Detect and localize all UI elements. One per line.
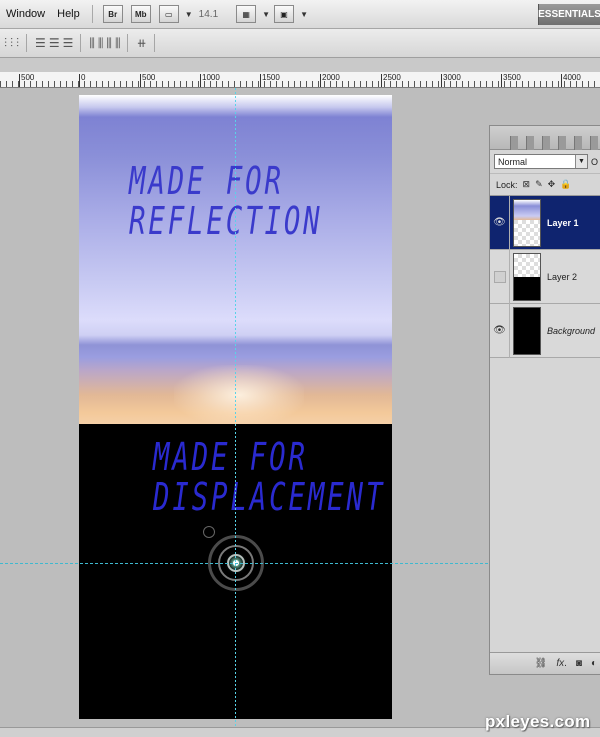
layer-thumbnail [513, 306, 541, 355]
displacement-text: MADE FOR DISPLACEMENT [153, 437, 385, 517]
arrange-dropdown-icon[interactable]: ▼ [262, 10, 270, 19]
layer-thumbnail [513, 252, 541, 301]
ruler-label: 2500 [383, 73, 401, 82]
lock-transparency-icon[interactable]: ⊠ [523, 179, 531, 190]
arrange-documents-icon: ▦ [242, 9, 250, 19]
screen-mode-dropdown-icon[interactable]: ▼ [300, 10, 308, 19]
blend-mode-row: Normal ▼ O [490, 150, 600, 173]
visibility-toggle[interactable]: 👁 [490, 303, 510, 358]
reflection-text: MADE FOR REFLECTION [129, 161, 323, 241]
horizontal-ruler[interactable]: 500 0 500 1000 1500 2000 2500 3000 3500 … [0, 72, 600, 88]
distribute-middle-icon[interactable]: ☰ [49, 36, 60, 50]
panel-tab[interactable] [510, 136, 518, 150]
panel-tab[interactable] [558, 136, 566, 150]
eye-icon: 👁 [493, 217, 506, 228]
menu-window[interactable]: Window [0, 8, 51, 20]
options-separator [80, 34, 82, 52]
visibility-toggle[interactable]: 👁 [490, 195, 510, 250]
add-mask-icon[interactable]: ◙ [576, 658, 582, 669]
ruler-label: 500 [142, 73, 156, 82]
visibility-toggle[interactable] [490, 249, 510, 304]
screen-mode-button[interactable]: ▣ [274, 5, 295, 23]
zoom-level-field[interactable]: 14.1 [199, 9, 218, 20]
distribute-bottom-icon[interactable]: ☰ [63, 36, 74, 50]
distribute-spacing-icon[interactable]: ⫼ [115, 36, 120, 51]
ruler-label: 2000 [322, 73, 340, 82]
menu-bar: Window Help Br Mb ▭ ▼ 14.1 ▦ ▼ ▣ ▼ ESSEN… [0, 0, 600, 29]
lens-flare-small-ring [203, 526, 215, 538]
watermark: pxleyes.com [485, 712, 591, 731]
ruler-label: 1000 [202, 73, 220, 82]
tab-strip-area [0, 58, 600, 72]
view-extras-dropdown-icon[interactable]: ▼ [185, 10, 193, 19]
displacement-text-line1: MADE FOR [153, 435, 308, 479]
layers-panel-tabs[interactable] [490, 126, 600, 150]
reflection-text-line1: MADE FOR [129, 159, 284, 203]
hidden-eye-icon [493, 270, 506, 283]
ruler-label: 3500 [503, 73, 521, 82]
layer-name[interactable]: Layer 1 [547, 218, 579, 228]
horizon-glow [174, 365, 304, 425]
layer-row-layer-2[interactable]: Layer 2 [490, 249, 600, 304]
ruler-label: 1500 [262, 73, 280, 82]
reflection-text-line2: REFLECTION [129, 199, 323, 243]
layer-name[interactable]: Layer 2 [547, 272, 577, 282]
layers-panel-footer: ⛓ fx. ◙ ◐ [490, 652, 600, 674]
lock-row: Lock: ⊠ ✎ ✥ 🔒 [490, 173, 600, 196]
displacement-text-line2: DISPLACEMENT [153, 475, 386, 519]
panel-tab[interactable] [542, 136, 550, 150]
blend-mode-select[interactable]: Normal ▼ [494, 154, 588, 169]
auto-align-icon[interactable]: ⧺ [136, 36, 146, 50]
layer-name[interactable]: Background [547, 326, 595, 336]
screen-mode-icon: ▣ [280, 9, 288, 19]
blend-mode-value: Normal [498, 156, 528, 167]
layer-row-layer-1[interactable]: 👁 Layer 1 [490, 195, 600, 250]
options-bar: ⫶ ⫶ ⫶ ☰ ☰ ☰ ⫼ ⫼ ⫼ ⫼ ⧺ [0, 29, 600, 58]
align-center-icon[interactable]: ⫶ [10, 36, 13, 51]
view-extras-button[interactable]: ▭ [158, 5, 179, 23]
align-left-icon[interactable]: ⫶ [4, 36, 7, 51]
lock-label: Lock: [496, 179, 518, 190]
distribute-right-icon[interactable]: ⫼ [106, 36, 111, 51]
lock-position-move-icon[interactable]: ✥ [548, 179, 556, 190]
layer-thumbnail [513, 198, 541, 247]
distribute-left-icon[interactable]: ⫼ [89, 36, 94, 51]
view-extras-icon: ▭ [164, 9, 173, 19]
layer-style-fx-icon[interactable]: fx. [556, 658, 567, 669]
ruler-label: 500 [21, 73, 35, 82]
opacity-label: O [591, 156, 599, 167]
distribute-hcenter-icon[interactable]: ⫼ [98, 36, 103, 51]
menu-separator [91, 5, 93, 23]
link-layers-icon[interactable]: ⛓ [535, 658, 548, 669]
lock-all-icon[interactable]: 🔒 [560, 179, 571, 190]
menu-help[interactable]: Help [51, 8, 86, 20]
adjustment-layer-icon[interactable]: ◐ [591, 658, 597, 669]
ruler-label: 0 [81, 73, 86, 82]
layer-row-background[interactable]: 👁 Background [490, 303, 600, 358]
panel-tab[interactable] [590, 136, 598, 150]
minibridge-button[interactable]: Mb [130, 5, 151, 23]
ruler-label: 4000 [563, 73, 581, 82]
panel-tab[interactable] [574, 136, 582, 150]
options-separator [127, 34, 129, 52]
vertical-guide[interactable] [235, 88, 236, 737]
lock-image-brush-icon[interactable]: ✎ [535, 179, 543, 190]
arrange-documents-button[interactable]: ▦ [236, 5, 257, 23]
panel-tab[interactable] [526, 136, 534, 150]
distribute-top-icon[interactable]: ☰ [35, 36, 46, 50]
chevron-down-icon[interactable]: ▼ [575, 155, 587, 168]
ruler-label: 3000 [443, 73, 461, 82]
eye-icon: 👁 [493, 325, 506, 336]
options-separator [26, 34, 28, 52]
layers-panel: Normal ▼ O Lock: ⊠ ✎ ✥ 🔒 👁 Layer 1 Layer… [489, 125, 600, 675]
workspace-switcher-button[interactable]: ESSENTIALS [538, 4, 600, 25]
bridge-button[interactable]: Br [102, 5, 123, 23]
options-separator [153, 34, 155, 52]
align-right-icon[interactable]: ⫶ [16, 36, 19, 51]
